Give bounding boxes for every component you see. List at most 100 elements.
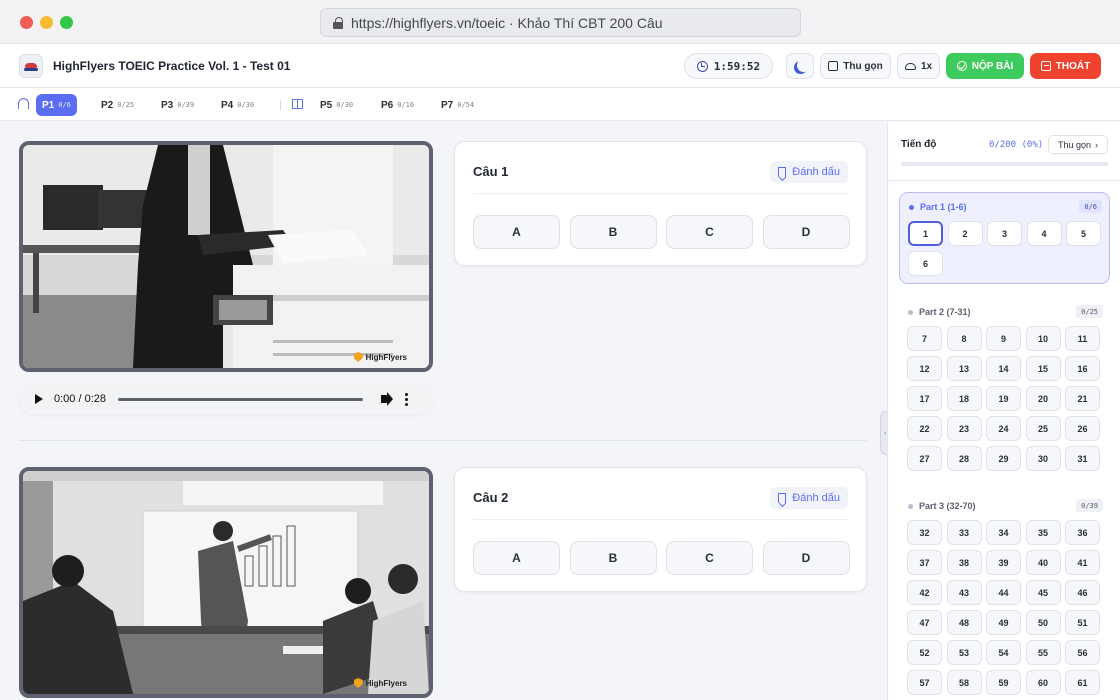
question-number-2[interactable]: 2 — [947, 221, 983, 246]
question-number-21[interactable]: 21 — [1065, 386, 1100, 411]
tab-p5[interactable]: P5 0/30 — [314, 94, 359, 116]
question-number-30[interactable]: 30 — [1025, 446, 1061, 471]
tab-p4[interactable]: P4 0/30 — [215, 94, 260, 116]
question-number-24[interactable]: 24 — [986, 416, 1021, 441]
tab-p1[interactable]: P1 0/6 — [36, 94, 77, 116]
option-d[interactable]: D — [762, 541, 850, 575]
audio-player[interactable]: 0:00 / 0:28 — [19, 383, 433, 415]
option-c[interactable]: C — [666, 215, 753, 249]
question-number-27[interactable]: 27 — [907, 446, 942, 471]
question-number-4[interactable]: 4 — [1026, 221, 1062, 246]
question-number-6[interactable]: 6 — [908, 251, 943, 276]
collapse-label: Thu gọn — [843, 60, 883, 72]
bookmark-label: Đánh dấu — [792, 492, 840, 504]
sidebar-collapse-button[interactable]: Thu gọn › — [1048, 135, 1108, 154]
question-number-11[interactable]: 11 — [1065, 326, 1100, 351]
volume-icon[interactable] — [381, 395, 387, 403]
question-number-48[interactable]: 48 — [946, 610, 982, 635]
question-number-5[interactable]: 5 — [1066, 221, 1101, 246]
option-d[interactable]: D — [762, 215, 850, 249]
question-number-26[interactable]: 26 — [1065, 416, 1100, 441]
photo-meeting-room — [23, 471, 429, 694]
tab-p2[interactable]: P2 0/25 — [95, 94, 140, 116]
address-bar[interactable]: https://highflyers.vn/toeic · Khảo Thí C… — [320, 8, 801, 37]
minimize-window-button[interactable] — [40, 16, 53, 29]
option-a[interactable]: A — [473, 215, 560, 249]
question-number-60[interactable]: 60 — [1025, 670, 1061, 695]
question-number-17[interactable]: 17 — [907, 386, 942, 411]
question-number-49[interactable]: 49 — [986, 610, 1021, 635]
question-number-20[interactable]: 20 — [1025, 386, 1061, 411]
question-number-47[interactable]: 47 — [907, 610, 942, 635]
audio-seek-bar[interactable] — [118, 397, 363, 401]
question-number-31[interactable]: 31 — [1065, 446, 1100, 471]
more-options-icon[interactable] — [405, 392, 408, 406]
question-number-32[interactable]: 32 — [907, 520, 942, 545]
question-number-15[interactable]: 15 — [1025, 356, 1061, 381]
option-b[interactable]: B — [569, 215, 657, 249]
question-number-8[interactable]: 8 — [946, 326, 982, 351]
exit-button[interactable]: THOÁT — [1030, 53, 1101, 79]
question-number-38[interactable]: 38 — [946, 550, 982, 575]
question-number-10[interactable]: 10 — [1025, 326, 1061, 351]
question-number-54[interactable]: 54 — [986, 640, 1021, 665]
question-number-9[interactable]: 9 — [986, 326, 1021, 351]
question-number-44[interactable]: 44 — [986, 580, 1021, 605]
progress-value: 0/200 (0%) — [989, 140, 1044, 150]
question-number-40[interactable]: 40 — [1025, 550, 1061, 575]
tab-count: 0/30 — [237, 101, 255, 109]
bookmark-button[interactable]: Đánh dấu — [770, 487, 848, 509]
question-number-52[interactable]: 52 — [907, 640, 942, 665]
question-number-53[interactable]: 53 — [946, 640, 982, 665]
question-number-3[interactable]: 3 — [987, 221, 1022, 246]
question-number-36[interactable]: 36 — [1065, 520, 1100, 545]
question-number-28[interactable]: 28 — [946, 446, 982, 471]
question-number-18[interactable]: 18 — [946, 386, 982, 411]
maximize-window-button[interactable] — [60, 16, 73, 29]
question-number-56[interactable]: 56 — [1065, 640, 1100, 665]
question-number-50[interactable]: 50 — [1025, 610, 1061, 635]
question-number-43[interactable]: 43 — [946, 580, 982, 605]
question-number-42[interactable]: 42 — [907, 580, 942, 605]
sidebar-divider — [888, 180, 1120, 181]
option-b[interactable]: B — [569, 541, 657, 575]
question-number-25[interactable]: 25 — [1025, 416, 1061, 441]
question-number-12[interactable]: 12 — [907, 356, 942, 381]
question-number-59[interactable]: 59 — [986, 670, 1021, 695]
question-number-35[interactable]: 35 — [1025, 520, 1061, 545]
question-number-39[interactable]: 39 — [986, 550, 1021, 575]
play-icon[interactable] — [35, 394, 43, 404]
question-number-14[interactable]: 14 — [986, 356, 1021, 381]
question-number-46[interactable]: 46 — [1065, 580, 1100, 605]
tab-p6[interactable]: P6 0/16 — [375, 94, 420, 116]
question-number-55[interactable]: 55 — [1025, 640, 1061, 665]
question-number-37[interactable]: 37 — [907, 550, 942, 575]
bookmark-button[interactable]: Đánh dấu — [770, 161, 848, 183]
question-number-1[interactable]: 1 — [908, 221, 943, 246]
question-number-13[interactable]: 13 — [946, 356, 982, 381]
tab-p3[interactable]: P3 0/39 — [155, 94, 200, 116]
question-number-51[interactable]: 51 — [1065, 610, 1100, 635]
question-number-45[interactable]: 45 — [1025, 580, 1061, 605]
option-a[interactable]: A — [473, 541, 560, 575]
playback-speed-button[interactable]: 1x — [897, 53, 940, 79]
question-number-23[interactable]: 23 — [946, 416, 982, 441]
question-number-7[interactable]: 7 — [907, 326, 942, 351]
option-c[interactable]: C — [666, 541, 753, 575]
watermark: HighFlyers — [353, 352, 407, 362]
collapse-button[interactable]: Thu gọn — [820, 53, 891, 79]
submit-button[interactable]: NỘP BÀI — [946, 53, 1024, 79]
close-window-button[interactable] — [20, 16, 33, 29]
question-number-57[interactable]: 57 — [907, 670, 942, 695]
question-number-22[interactable]: 22 — [907, 416, 942, 441]
question-number-61[interactable]: 61 — [1065, 670, 1100, 695]
question-number-34[interactable]: 34 — [986, 520, 1021, 545]
dark-mode-toggle[interactable] — [786, 53, 814, 79]
question-number-58[interactable]: 58 — [946, 670, 982, 695]
question-number-33[interactable]: 33 — [946, 520, 982, 545]
question-number-29[interactable]: 29 — [986, 446, 1021, 471]
question-number-19[interactable]: 19 — [986, 386, 1021, 411]
question-number-16[interactable]: 16 — [1065, 356, 1100, 381]
tab-p7[interactable]: P7 0/54 — [435, 94, 480, 116]
question-number-41[interactable]: 41 — [1065, 550, 1100, 575]
